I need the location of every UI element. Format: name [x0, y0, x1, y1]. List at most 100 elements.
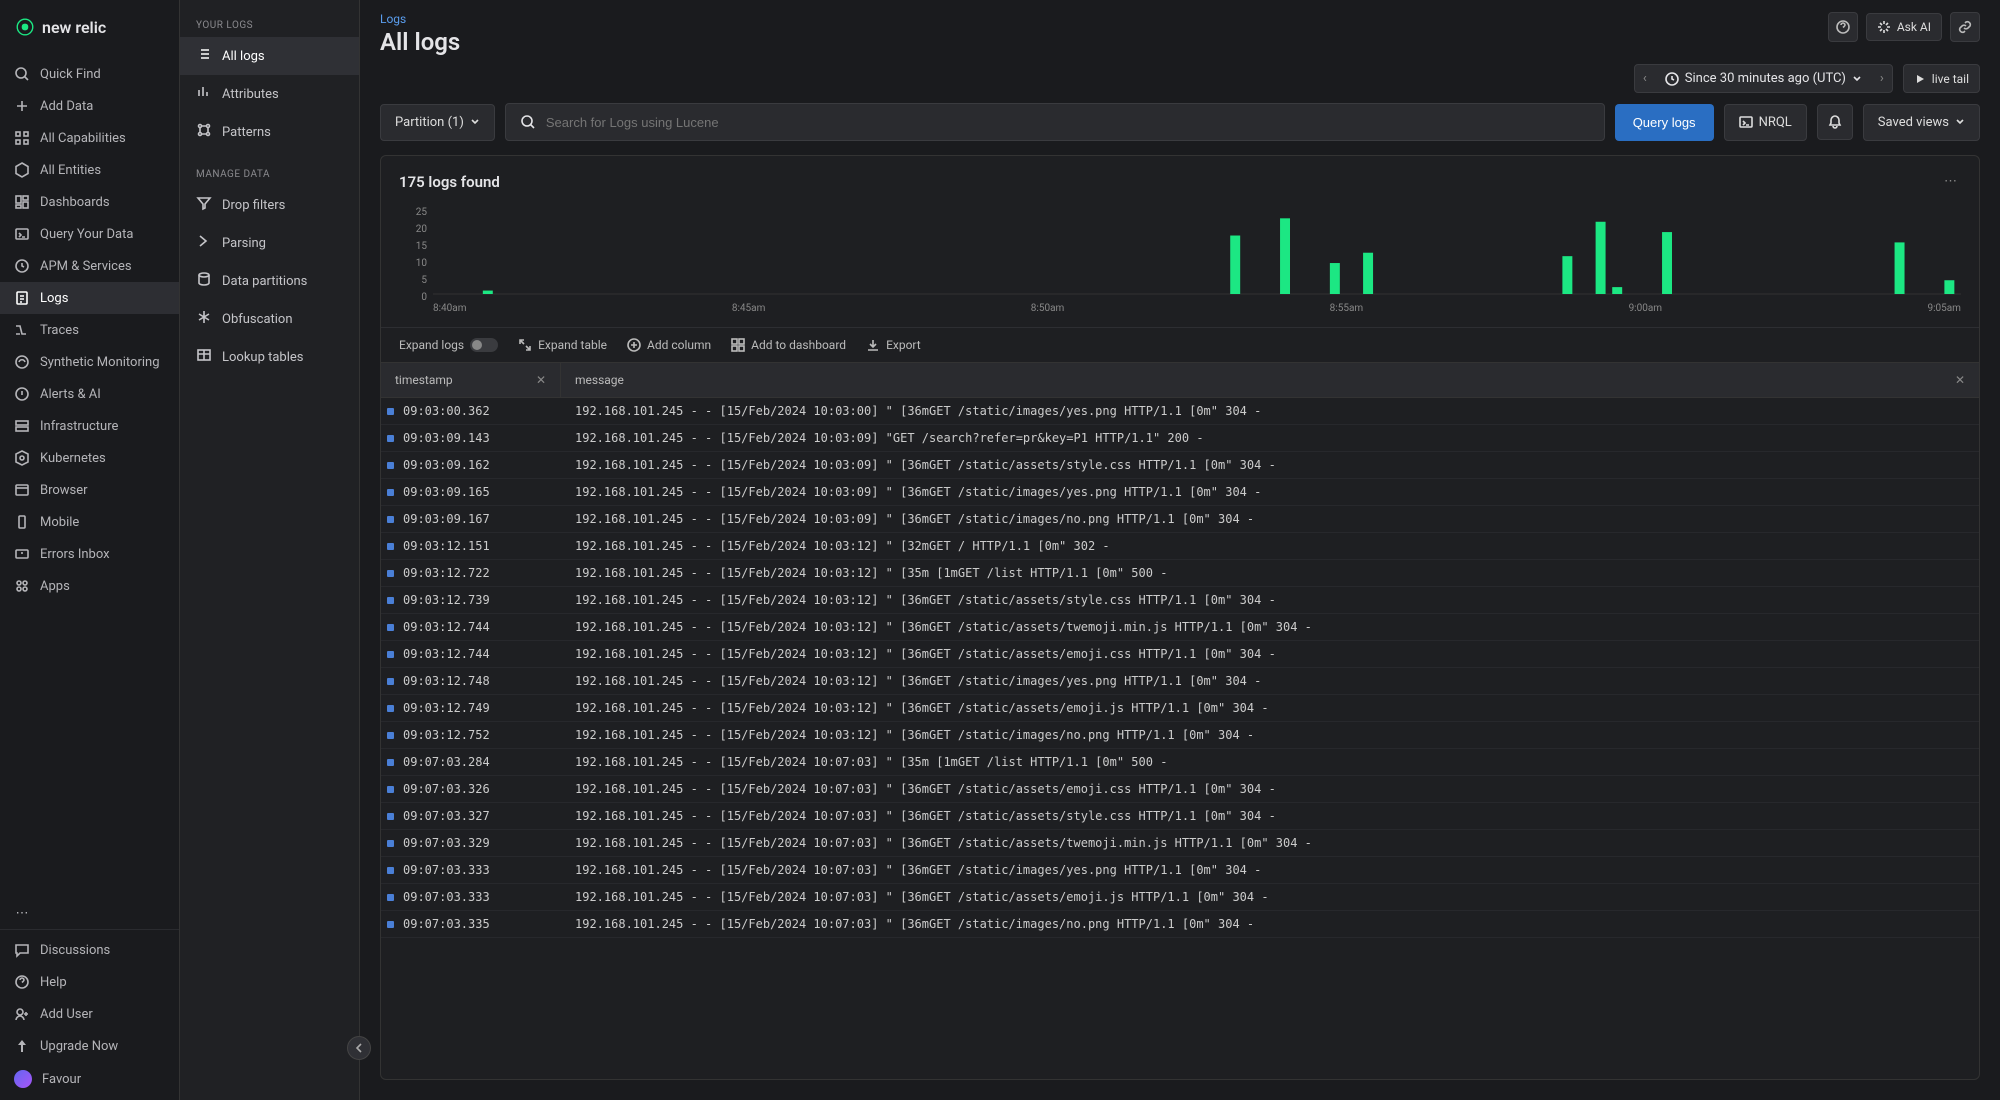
- log-row[interactable]: 09:03:12.752192.168.101.245 - - [15/Feb/…: [381, 722, 1979, 749]
- time-range-prev[interactable]: ‹: [1635, 65, 1655, 92]
- cell-message: 192.168.101.245 - - [15/Feb/2024 10:03:1…: [561, 726, 1979, 744]
- primary-nav-footer: DiscussionsHelpAdd UserUpgrade NowFavour: [0, 929, 179, 1100]
- panel-more-button[interactable]: ⋯: [1940, 170, 1961, 193]
- log-row[interactable]: 09:03:12.151192.168.101.245 - - [15/Feb/…: [381, 533, 1979, 560]
- table-body[interactable]: 09:03:00.362192.168.101.245 - - [15/Feb/…: [381, 398, 1979, 1079]
- log-row[interactable]: 09:03:09.143192.168.101.245 - - [15/Feb/…: [381, 425, 1979, 452]
- live-tail-button[interactable]: live tail: [1903, 64, 1980, 93]
- log-row[interactable]: 09:03:12.748192.168.101.245 - - [15/Feb/…: [381, 668, 1979, 695]
- log-search-input[interactable]: [546, 115, 1590, 130]
- nav-item-apm-services[interactable]: APM & Services: [0, 250, 179, 282]
- brand-name: new relic: [42, 18, 106, 37]
- nav-footer-discussions[interactable]: Discussions: [0, 934, 179, 966]
- nav-item-traces[interactable]: Traces: [0, 314, 179, 346]
- log-row[interactable]: 09:07:03.335192.168.101.245 - - [15/Feb/…: [381, 911, 1979, 938]
- dashboard-icon: [14, 194, 30, 210]
- remove-timestamp-column-button[interactable]: ✕: [536, 373, 546, 387]
- nav-item-apps[interactable]: Apps: [0, 570, 179, 602]
- log-row[interactable]: 09:03:09.167192.168.101.245 - - [15/Feb/…: [381, 506, 1979, 533]
- chart-x-axis: 8:40am8:45am8:50am8:55am9:00am9:05am: [433, 299, 1961, 318]
- log-row[interactable]: 09:07:03.333192.168.101.245 - - [15/Feb/…: [381, 884, 1979, 911]
- log-row[interactable]: 09:07:03.284192.168.101.245 - - [15/Feb/…: [381, 749, 1979, 776]
- add-to-dashboard-button[interactable]: Add to dashboard: [731, 338, 846, 352]
- nav-item-quick-find[interactable]: Quick Find: [0, 58, 179, 90]
- secondary-item-data-partitions[interactable]: Data partitions: [180, 262, 359, 300]
- add-column-label: Add column: [647, 338, 711, 352]
- expand-logs-toggle[interactable]: Expand logs: [399, 338, 498, 352]
- secondary-item-label: Parsing: [222, 236, 266, 251]
- saved-views-button[interactable]: Saved views: [1863, 104, 1980, 141]
- more-nav-item[interactable]: ⋯: [0, 897, 179, 929]
- cell-message: 192.168.101.245 - - [15/Feb/2024 10:03:0…: [561, 402, 1979, 420]
- remove-message-column-button[interactable]: ✕: [1955, 373, 1965, 387]
- expand-icon: [518, 338, 532, 352]
- column-header-message[interactable]: message ✕: [561, 363, 1979, 397]
- nav-item-infrastructure[interactable]: Infrastructure: [0, 410, 179, 442]
- breadcrumb[interactable]: Logs: [380, 12, 460, 26]
- log-row[interactable]: 09:07:03.333192.168.101.245 - - [15/Feb/…: [381, 857, 1979, 884]
- logs-icon: [14, 290, 30, 306]
- nav-footer-add-user[interactable]: Add User: [0, 998, 179, 1030]
- nav-item-mobile[interactable]: Mobile: [0, 506, 179, 538]
- nav-item-add-data[interactable]: Add Data: [0, 90, 179, 122]
- nav-item-query-your-data[interactable]: Query Your Data: [0, 218, 179, 250]
- secondary-item-patterns[interactable]: Patterns: [180, 113, 359, 151]
- nav-footer-upgrade-now[interactable]: Upgrade Now: [0, 1030, 179, 1062]
- log-row[interactable]: 09:03:12.744192.168.101.245 - - [15/Feb/…: [381, 614, 1979, 641]
- secondary-item-attributes[interactable]: Attributes: [180, 75, 359, 113]
- secondary-item-lookup-tables[interactable]: Lookup tables: [180, 338, 359, 376]
- nav-item-dashboards[interactable]: Dashboards: [0, 186, 179, 218]
- nav-item-logs[interactable]: Logs: [0, 282, 179, 314]
- export-button[interactable]: Export: [866, 338, 921, 352]
- cell-message: 192.168.101.245 - - [15/Feb/2024 10:03:1…: [561, 564, 1979, 582]
- upgrade-icon: [14, 1038, 30, 1054]
- secondary-item-obfuscation[interactable]: Obfuscation: [180, 300, 359, 338]
- nrql-button[interactable]: NRQL: [1724, 104, 1807, 141]
- log-row[interactable]: 09:07:03.327192.168.101.245 - - [15/Feb/…: [381, 803, 1979, 830]
- secondary-group-heading: YOUR LOGS: [180, 14, 359, 37]
- nav-item-label: Dashboards: [40, 195, 110, 210]
- log-row[interactable]: 09:03:12.739192.168.101.245 - - [15/Feb/…: [381, 587, 1979, 614]
- log-row[interactable]: 09:03:00.362192.168.101.245 - - [15/Feb/…: [381, 398, 1979, 425]
- nav-item-synthetic-monitoring[interactable]: Synthetic Monitoring: [0, 346, 179, 378]
- collapse-secondary-sidebar-button[interactable]: [347, 1036, 371, 1060]
- log-row[interactable]: 09:03:09.162192.168.101.245 - - [15/Feb/…: [381, 452, 1979, 479]
- expand-table-button[interactable]: Expand table: [518, 338, 607, 352]
- time-range-label-button[interactable]: Since 30 minutes ago (UTC): [1655, 65, 1872, 92]
- notifications-button[interactable]: [1817, 104, 1853, 140]
- nav-item-browser[interactable]: Browser: [0, 474, 179, 506]
- cell-message: 192.168.101.245 - - [15/Feb/2024 10:07:0…: [561, 753, 1979, 771]
- secondary-item-drop-filters[interactable]: Drop filters: [180, 186, 359, 224]
- row-marker: [381, 753, 399, 771]
- share-button[interactable]: [1950, 12, 1980, 42]
- nav-item-alerts-ai[interactable]: Alerts & AI: [0, 378, 179, 410]
- time-range-next[interactable]: ›: [1872, 65, 1892, 92]
- nav-footer-favour[interactable]: Favour: [0, 1062, 179, 1096]
- log-row[interactable]: 09:07:03.329192.168.101.245 - - [15/Feb/…: [381, 830, 1979, 857]
- nav-item-kubernetes[interactable]: Kubernetes: [0, 442, 179, 474]
- log-search-bar: [505, 103, 1605, 141]
- brand-logo[interactable]: ⦿ new relic: [0, 0, 179, 54]
- log-row[interactable]: 09:03:12.749192.168.101.245 - - [15/Feb/…: [381, 695, 1979, 722]
- column-header-timestamp[interactable]: timestamp ✕: [381, 363, 561, 397]
- log-row[interactable]: 09:03:12.722192.168.101.245 - - [15/Feb/…: [381, 560, 1979, 587]
- add-column-button[interactable]: Add column: [627, 338, 711, 352]
- nav-item-errors-inbox[interactable]: Errors Inbox: [0, 538, 179, 570]
- log-row[interactable]: 09:03:09.165192.168.101.245 - - [15/Feb/…: [381, 479, 1979, 506]
- log-row[interactable]: 09:07:03.326192.168.101.245 - - [15/Feb/…: [381, 776, 1979, 803]
- toggle-icon: [470, 338, 498, 352]
- secondary-item-parsing[interactable]: Parsing: [180, 224, 359, 262]
- nav-footer-help[interactable]: Help: [0, 966, 179, 998]
- ask-ai-button[interactable]: Ask AI: [1866, 13, 1942, 41]
- help-button[interactable]: [1828, 12, 1858, 42]
- query-logs-button[interactable]: Query logs: [1615, 104, 1714, 141]
- secondary-item-all-logs[interactable]: All logs: [180, 37, 359, 75]
- cell-message: 192.168.101.245 - - [15/Feb/2024 10:03:0…: [561, 510, 1979, 528]
- nav-item-all-capabilities[interactable]: All Capabilities: [0, 122, 179, 154]
- log-row[interactable]: 09:03:12.744192.168.101.245 - - [15/Feb/…: [381, 641, 1979, 668]
- logs-histogram-chart[interactable]: 2520151050 8:40am8:45am8:50am8:55am9:00a…: [381, 207, 1979, 327]
- primary-nav: Quick FindAdd DataAll CapabilitiesAll En…: [0, 54, 179, 897]
- nav-item-label: APM & Services: [40, 259, 132, 274]
- nav-item-all-entities[interactable]: All Entities: [0, 154, 179, 186]
- partition-selector[interactable]: Partition (1): [380, 104, 495, 141]
